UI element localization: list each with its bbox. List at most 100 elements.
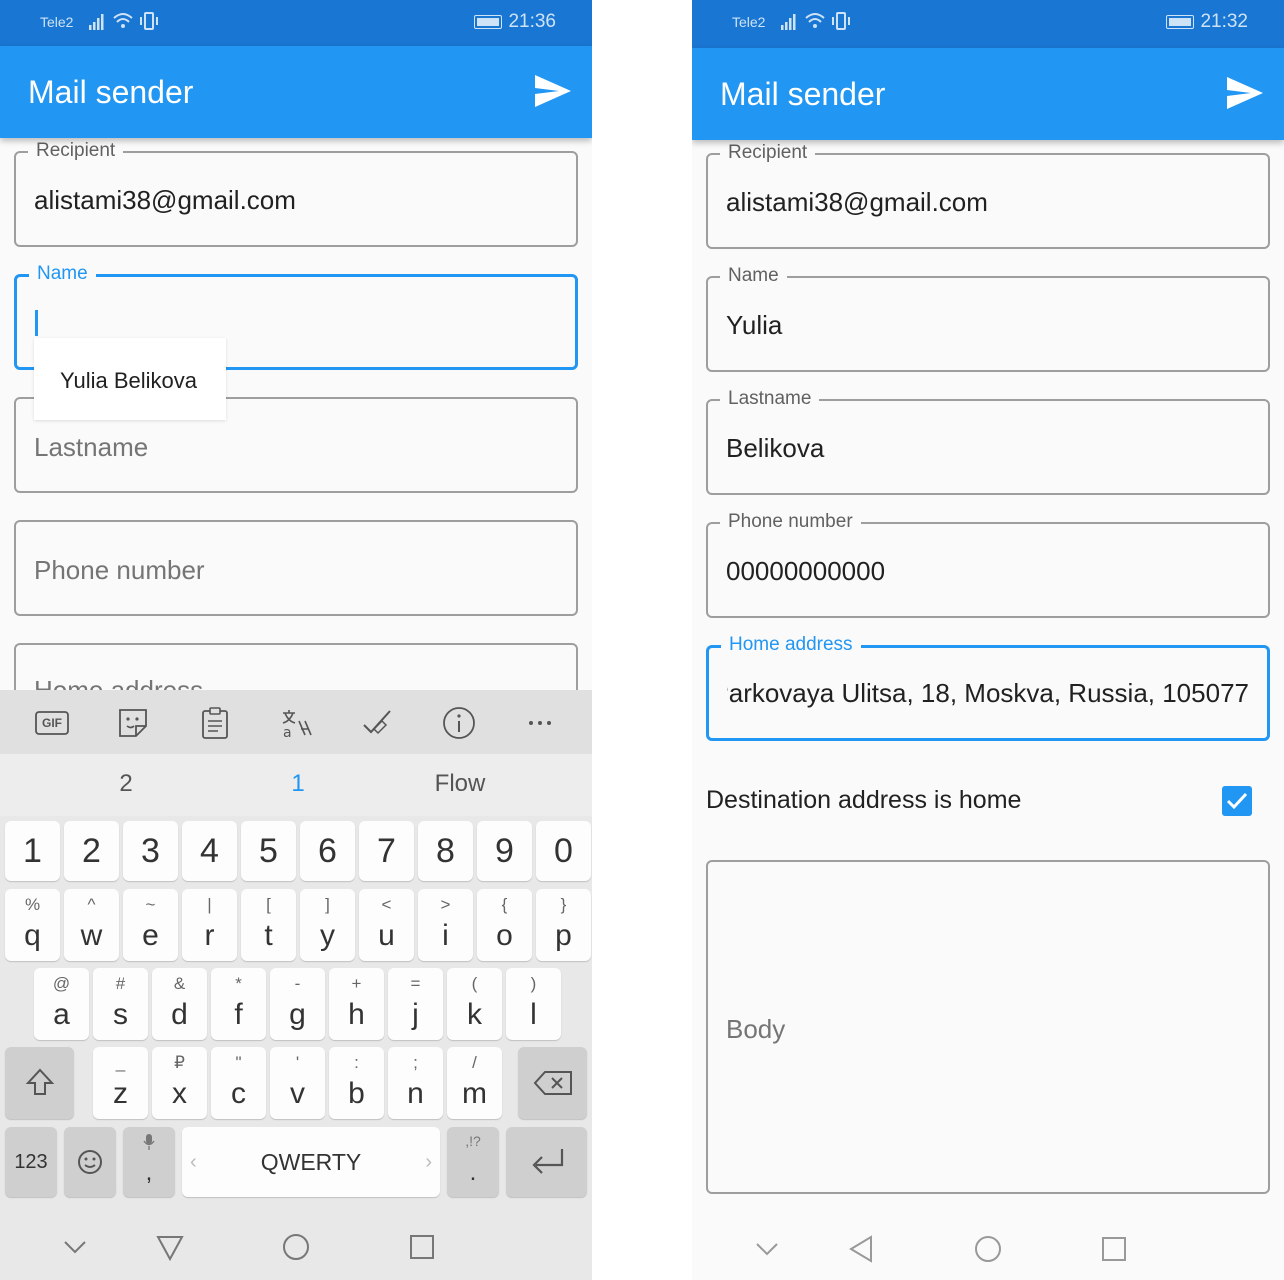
text-cursor <box>35 310 38 336</box>
sticker-icon[interactable] <box>115 706 151 740</box>
key-9[interactable]: 9 <box>477 821 532 881</box>
period-sub-label: ,!? <box>465 1133 481 1149</box>
key-z[interactable]: _ z <box>93 1047 148 1119</box>
suggestion-2[interactable]: 1 <box>238 770 358 798</box>
key-n[interactable]: ; n <box>388 1047 443 1119</box>
key-7[interactable]: 7 <box>359 821 414 881</box>
key-main: c <box>231 1077 246 1110</box>
handwriting-icon[interactable] <box>359 706 395 740</box>
key-i[interactable]: > i <box>418 889 473 961</box>
home-address-field[interactable]: Home address Parkovaya Ulitsa, 18, Moskv… <box>706 634 1270 741</box>
key-sub: ] <box>325 895 330 914</box>
clipboard-icon[interactable] <box>197 706 233 740</box>
chevron-left-icon: ‹ <box>190 1151 197 1173</box>
key-sub: : <box>354 1053 359 1072</box>
phone-field[interactable]: Phone number <box>14 520 578 616</box>
autocomplete-suggestion[interactable]: Yulia Belikova <box>34 338 226 420</box>
recents-icon[interactable] <box>407 1232 437 1262</box>
key-r[interactable]: | r <box>182 889 237 961</box>
key-t[interactable]: [t <box>241 889 296 961</box>
suggestion-3[interactable]: Flow <box>400 770 520 798</box>
battery-icon <box>474 15 502 29</box>
back-icon[interactable] <box>847 1234 877 1264</box>
key-h[interactable]: + h <box>329 968 384 1040</box>
recipient-field[interactable]: Recipient alistami38@gmail.com <box>706 142 1270 249</box>
space-key[interactable]: ‹ QWERTY › <box>182 1127 440 1197</box>
key-m[interactable]: / m <box>447 1047 502 1119</box>
info-icon[interactable] <box>441 706 477 740</box>
key-s[interactable]: # s <box>93 968 148 1040</box>
recipient-field[interactable]: Recipient alistami38@gmail.com <box>14 140 578 247</box>
more-icon[interactable] <box>522 706 558 740</box>
key-e[interactable]: ~ e <box>123 889 178 961</box>
backspace-key[interactable] <box>518 1047 587 1119</box>
gif-icon[interactable]: GIF <box>34 706 70 740</box>
phone-screen-right: Tele2 21:32 Mail sender Recipient alista… <box>692 0 1284 1280</box>
body-field[interactable]: Body <box>706 860 1270 1194</box>
recents-icon[interactable] <box>1099 1234 1129 1264</box>
suggestion-strip: 2 1 Flow <box>0 754 592 816</box>
key-d[interactable]: & d <box>152 968 207 1040</box>
key-v[interactable]: ' v <box>270 1047 325 1119</box>
checkmark-icon <box>1226 792 1248 810</box>
key-l[interactable]: ) l <box>506 968 561 1040</box>
emoji-key[interactable] <box>64 1127 116 1197</box>
key-c[interactable]: " c <box>211 1047 266 1119</box>
key-8[interactable]: 8 <box>418 821 473 881</box>
key-x[interactable]: ₽ x <box>152 1047 207 1119</box>
key-sub: + <box>351 974 362 993</box>
shift-key[interactable] <box>5 1047 74 1119</box>
app-bar: Mail sender <box>0 46 592 138</box>
key-k[interactable]: (k <box>447 968 502 1040</box>
key-w[interactable]: ^ w <box>64 889 119 961</box>
svg-text:a: a <box>283 725 292 739</box>
key-sub: # <box>115 974 126 993</box>
carrier-label: Tele2 <box>40 14 74 30</box>
key-b[interactable]: :b <box>329 1047 384 1119</box>
key-6[interactable]: 6 <box>300 821 355 881</box>
enter-key[interactable] <box>506 1127 587 1197</box>
key-j[interactable]: = j <box>388 968 443 1040</box>
signal-icon <box>781 14 796 30</box>
comma-key[interactable]: , <box>123 1127 175 1197</box>
key-u[interactable]: < u <box>359 889 414 961</box>
phone-field[interactable]: Phone number 00000000000 <box>706 511 1270 618</box>
key-g[interactable]: -g <box>270 968 325 1040</box>
lastname-field[interactable]: Lastname Belikova <box>706 388 1270 495</box>
key-f[interactable]: * f <box>211 968 266 1040</box>
recipient-value: alistami38@gmail.com <box>34 185 296 215</box>
key-a[interactable]: @ a <box>34 968 89 1040</box>
key-4[interactable]: 4 <box>182 821 237 881</box>
key-0[interactable]: 0 <box>536 821 591 881</box>
key-o[interactable]: {o <box>477 889 532 961</box>
send-icon[interactable] <box>1226 76 1264 110</box>
key-p[interactable]: } p <box>536 889 591 961</box>
home-icon[interactable] <box>281 1232 311 1262</box>
key-123[interactable]: 123 <box>5 1127 57 1197</box>
chevron-right-icon: › <box>425 1151 432 1173</box>
key-sub: { <box>501 895 508 914</box>
key-5[interactable]: 5 <box>241 821 296 881</box>
hide-keyboard-icon[interactable] <box>752 1234 782 1264</box>
translate-icon[interactable]: a <box>278 706 314 740</box>
suggestion-1[interactable]: 2 <box>66 770 186 798</box>
key-y[interactable]: ] y <box>300 889 355 961</box>
key-main: i <box>442 919 449 952</box>
recipient-value: alistami38@gmail.com <box>726 187 988 217</box>
key-1[interactable]: 1 <box>5 821 60 881</box>
destination-home-checkbox[interactable] <box>1222 786 1252 816</box>
hide-keyboard-icon[interactable] <box>60 1232 90 1262</box>
period-label: . <box>469 1159 477 1186</box>
key-main: f <box>234 998 243 1031</box>
key-3[interactable]: 3 <box>123 821 178 881</box>
period-key[interactable]: ,!? . <box>447 1127 499 1197</box>
key-q[interactable]: % q <box>5 889 60 961</box>
send-icon[interactable] <box>534 74 572 108</box>
name-field[interactable]: Name Yulia <box>706 265 1270 372</box>
app-bar: Mail sender <box>692 48 1284 140</box>
key-2[interactable]: 2 <box>64 821 119 881</box>
back-icon[interactable] <box>155 1232 185 1262</box>
key-main: a <box>53 998 70 1031</box>
gif-label: GIF <box>42 716 62 730</box>
home-icon[interactable] <box>973 1234 1003 1264</box>
